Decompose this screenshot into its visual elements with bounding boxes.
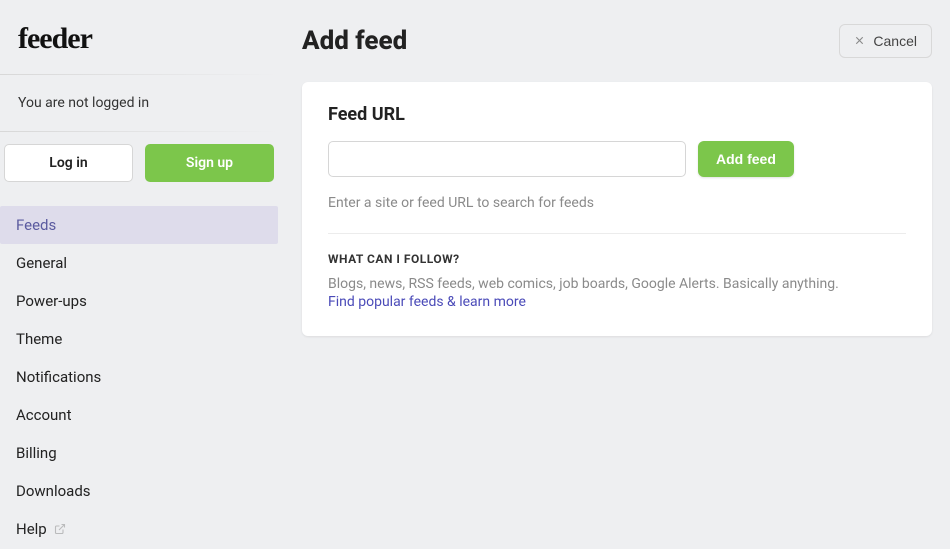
sidebar-item-power-ups[interactable]: Power-ups xyxy=(0,282,278,320)
what-follow-text: Blogs, news, RSS feeds, web comics, job … xyxy=(328,276,906,292)
divider xyxy=(328,233,906,234)
add-feed-button[interactable]: Add feed xyxy=(698,141,794,177)
sidebar-item-billing[interactable]: Billing xyxy=(0,434,278,472)
sidebar-item-downloads[interactable]: Downloads xyxy=(0,472,278,510)
login-button[interactable]: Log in xyxy=(4,144,133,182)
feed-input-row: Add feed xyxy=(328,141,906,177)
sidebar-item-feeds[interactable]: Feeds xyxy=(0,206,278,244)
sidebar-item-general[interactable]: General xyxy=(0,244,278,282)
feed-url-label: Feed URL xyxy=(328,104,906,125)
brand-logo: feeder xyxy=(0,0,278,74)
sidebar-item-account[interactable]: Account xyxy=(0,396,278,434)
cancel-button[interactable]: Cancel xyxy=(839,24,932,58)
cancel-label: Cancel xyxy=(873,33,917,49)
close-icon xyxy=(854,33,865,49)
login-status: You are not logged in xyxy=(0,75,278,131)
feed-hint: Enter a site or feed URL to search for f… xyxy=(328,195,906,211)
auth-buttons: Log in Sign up xyxy=(0,132,278,194)
page-header: Add feed Cancel xyxy=(302,24,932,58)
nav-list: Feeds General Power-ups Theme Notificati… xyxy=(0,206,278,549)
page-title: Add feed xyxy=(302,26,407,56)
sidebar-item-label: Help xyxy=(16,520,47,538)
sidebar-item-theme[interactable]: Theme xyxy=(0,320,278,358)
signup-button[interactable]: Sign up xyxy=(145,144,274,182)
feed-url-input[interactable] xyxy=(328,141,686,177)
find-popular-link[interactable]: Find popular feeds & learn more xyxy=(328,294,906,310)
external-link-icon xyxy=(54,521,66,539)
sidebar: feeder You are not logged in Log in Sign… xyxy=(0,0,278,547)
sidebar-item-notifications[interactable]: Notifications xyxy=(0,358,278,396)
feed-card: Feed URL Add feed Enter a site or feed U… xyxy=(302,82,932,336)
sidebar-item-help[interactable]: Help xyxy=(0,510,278,549)
what-follow-title: WHAT CAN I FOLLOW? xyxy=(328,252,906,266)
main-content: Add feed Cancel Feed URL Add feed Enter … xyxy=(278,0,950,336)
